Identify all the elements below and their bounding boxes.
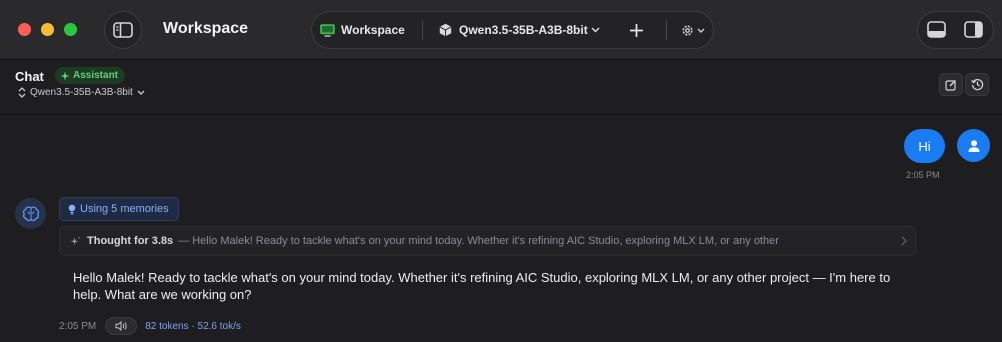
updown-icon [18,87,26,98]
chevron-down-icon [697,28,705,33]
panel-toggles [917,11,994,49]
memories-chip[interactable]: Using 5 memories [59,197,179,221]
thought-disclosure[interactable]: Thought for 3.8s — Hello Malek! Ready to… [59,226,916,256]
separator [422,20,423,40]
history-icon [970,78,983,91]
separator [666,20,667,40]
person-icon [968,139,979,152]
edit-chat-button[interactable] [939,73,963,96]
thought-label: Thought for 3.8s [87,235,174,247]
brain-icon [22,205,39,221]
monitor-icon [320,23,335,37]
title-bar: Workspace Workspace Qwen3.5-35B-A3B-8bit [0,0,1002,60]
assistant-avatar [15,198,46,229]
model-picker-button[interactable]: Qwen3.5-35B-A3B-8bit [439,12,600,48]
assistant-message-time: 2:05 PM [59,320,97,332]
chat-header: Chat Assistant Qwen3.5-35B-A3B-8bit [0,61,1002,115]
gear-icon [682,24,693,36]
assistant-badge-label: Assistant [73,70,119,81]
workspace-button[interactable]: Workspace [320,12,405,48]
right-panel-button[interactable] [964,21,983,43]
panel-bottom-icon [927,21,946,38]
plus-icon [629,23,643,37]
new-chat-button[interactable] [627,12,645,48]
user-message-time: 2:05 PM [906,170,940,180]
chat-model-label: Qwen3.5-35B-A3B-8bit [30,87,133,98]
user-message-text: Hi [918,138,931,154]
panel-right-icon [964,21,983,38]
bulb-icon [68,204,76,215]
settings-button[interactable] [680,12,705,48]
edit-icon [945,79,956,91]
sparkle-icon [60,71,70,80]
cube-icon [439,23,452,37]
sidebar-icon [113,22,133,38]
bottom-panel-button[interactable] [927,21,946,43]
chevron-down-icon [591,27,600,33]
user-message-bubble: Hi [904,129,945,163]
minimize-window-button[interactable] [41,23,54,36]
model-label: Qwen3.5-35B-A3B-8bit [459,23,588,37]
speaker-icon [115,321,127,331]
token-stats: 82 tokens · 52.6 tok/s [145,320,241,332]
thought-preview: — Hello Malek! Ready to tackle what's on… [178,235,779,247]
chat-title: Chat [15,69,44,84]
message-meta: 2:05 PM 82 tokens · 52.6 tok/s [59,317,241,335]
close-window-button[interactable] [18,23,31,36]
chevron-right-icon [901,236,907,246]
chevron-down-icon [137,90,145,95]
chat-model-select[interactable]: Qwen3.5-35B-A3B-8bit [18,87,145,98]
app-title: Workspace [163,20,249,37]
sparkle-icon [70,236,81,245]
toolbar-center: Workspace Qwen3.5-35B-A3B-8bit [311,11,714,49]
assistant-badge: Assistant [55,67,126,84]
sidebar-toggle-button[interactable] [104,11,142,49]
assistant-message-text: Hello Malek! Ready to tackle what's on y… [73,270,891,302]
user-avatar [957,129,990,162]
read-aloud-button[interactable] [105,317,138,335]
zoom-window-button[interactable] [64,23,77,36]
history-button[interactable] [965,73,989,96]
workspace-label: Workspace [341,23,405,37]
memories-label: Using 5 memories [80,203,169,215]
